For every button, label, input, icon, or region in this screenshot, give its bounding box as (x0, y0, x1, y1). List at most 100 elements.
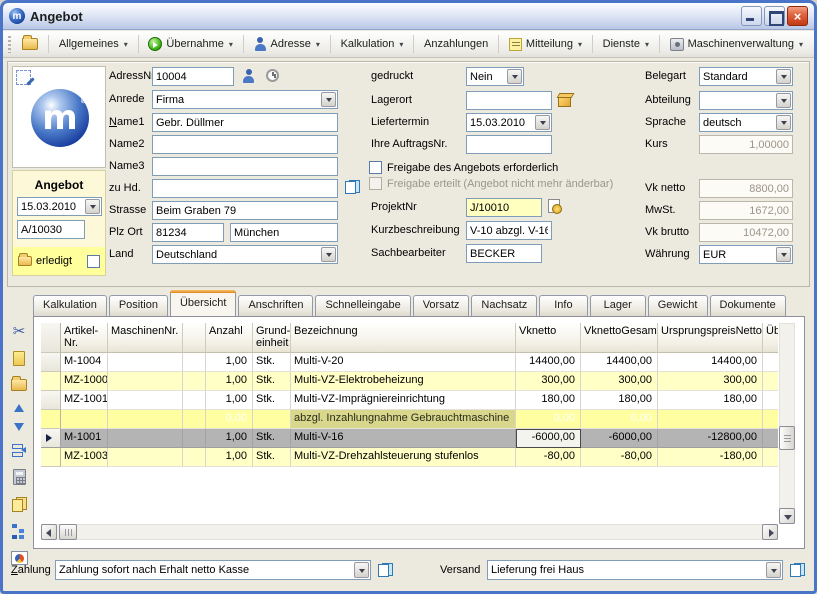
col-header-clipped[interactable]: Üb (763, 323, 778, 353)
col-header-einheit[interactable]: Grund-einheit (253, 323, 291, 353)
cell-maschinen[interactable] (108, 429, 183, 448)
chevron-down-icon[interactable] (766, 562, 781, 578)
menu-anzahlungen[interactable]: Anzahlungen (418, 35, 494, 53)
row-selector[interactable] (41, 391, 61, 410)
cell-vknetto[interactable]: 300,00 (516, 372, 581, 391)
cell-anzahl[interactable]: 0,00 (206, 410, 253, 429)
row-selector[interactable] (41, 448, 61, 467)
copy-versand-icon[interactable] (790, 563, 805, 577)
done-checkbox[interactable] (87, 255, 100, 268)
document-number-field[interactable] (17, 220, 85, 239)
move-up-button[interactable] (8, 402, 30, 414)
cell-empty[interactable] (183, 353, 206, 372)
col-header-anzahl[interactable]: Anzahl (206, 323, 253, 353)
cell-einheit[interactable]: Stk. (253, 391, 291, 410)
cell-empty[interactable] (183, 429, 206, 448)
chevron-down-icon[interactable] (776, 247, 791, 262)
tab-kalkulation[interactable]: Kalkulation (33, 295, 107, 316)
cell-vknetto[interactable]: 14400,00 (516, 353, 581, 372)
cell-ursprungspreis[interactable]: -180,00 (658, 448, 763, 467)
cell-vknettogesamt[interactable]: 180,00 (581, 391, 658, 410)
cell-bezeichnung[interactable]: Multi-VZ-Drehzahlsteuerung stufenlos (291, 448, 516, 467)
chevron-down-icon[interactable] (776, 93, 791, 108)
zuhd-field[interactable] (152, 179, 338, 198)
cell-bezeichnung[interactable]: abzgl. Inzahlungnahme Gebrauchtmaschine (291, 410, 516, 429)
document-date-select[interactable]: 15.03.2010 (17, 197, 102, 216)
chevron-down-icon[interactable] (776, 69, 791, 84)
move-down-button[interactable] (8, 421, 30, 433)
cell-artikel[interactable] (61, 410, 108, 429)
col-header-ursprungspreis[interactable]: UrsprungspreisNetto (658, 323, 763, 353)
copy-zahlung-icon[interactable] (378, 563, 393, 577)
close-button[interactable]: × (787, 6, 808, 26)
cell-bezeichnung[interactable]: Multi-VZ-Imprägniereinrichtung (291, 391, 516, 410)
adressnr-field[interactable] (152, 67, 234, 86)
chevron-down-icon[interactable] (535, 115, 550, 130)
scroll-left-button[interactable] (41, 524, 57, 540)
maximize-button[interactable] (764, 6, 785, 26)
liefertermin-select[interactable]: 15.03.2010 (466, 113, 552, 132)
plz-field[interactable] (152, 223, 224, 242)
freigabe-erforderlich-checkbox[interactable] (369, 161, 382, 174)
cell-clipped[interactable] (763, 410, 778, 429)
tab-dokumente[interactable]: Dokumente (710, 295, 786, 316)
cell-einheit[interactable] (253, 410, 291, 429)
open-button[interactable] (16, 35, 44, 53)
kurzbeschreibung-field[interactable] (466, 221, 552, 240)
menu-dienste[interactable]: Dienste▾ (597, 35, 655, 53)
sachbearbeiter-field[interactable] (466, 244, 542, 263)
horizontal-scrollbar[interactable] (41, 524, 778, 540)
abteilung-select[interactable] (699, 91, 793, 110)
image-select-icon[interactable] (16, 70, 31, 85)
cell-vknettogesamt[interactable]: 0,00 (581, 410, 658, 429)
calculator-button[interactable] (8, 467, 30, 487)
cell-maschinen[interactable] (108, 353, 183, 372)
row-selector[interactable] (41, 353, 61, 372)
cell-vknetto[interactable]: 180,00 (516, 391, 581, 410)
minimize-button[interactable] (741, 6, 762, 26)
cell-ursprungspreis[interactable]: -12800,00 (658, 429, 763, 448)
cell-vknetto-focused[interactable]: -6000,00 (516, 429, 581, 448)
menu-mitteilung[interactable]: Mitteilung▾ (503, 35, 588, 54)
insert-position-button[interactable] (8, 440, 30, 460)
cell-ursprungspreis[interactable]: 14400,00 (658, 353, 763, 372)
cell-maschinen[interactable] (108, 391, 183, 410)
cell-empty[interactable] (183, 448, 206, 467)
cell-anzahl[interactable]: 1,00 (206, 448, 253, 467)
cell-clipped[interactable] (763, 448, 778, 467)
gedruckt-select[interactable]: Nein (466, 67, 524, 86)
menu-kalkulation[interactable]: Kalkulation▾ (335, 35, 410, 53)
cell-vknettogesamt[interactable]: -6000,00 (581, 429, 658, 448)
row-selector[interactable] (41, 372, 61, 391)
cell-maschinen[interactable] (108, 410, 183, 429)
cell-einheit[interactable]: Stk. (253, 353, 291, 372)
cell-einheit[interactable]: Stk. (253, 429, 291, 448)
cut-button[interactable]: ✂ (8, 321, 30, 341)
belegart-select[interactable]: Standard (699, 67, 793, 86)
chevron-down-icon[interactable] (321, 247, 336, 262)
cell-vknetto[interactable]: 0,00 (516, 410, 581, 429)
tab-vorsatz[interactable]: Vorsatz (413, 295, 470, 316)
cell-artikel[interactable]: MZ-1000 (61, 372, 108, 391)
horizontal-scroll-thumb[interactable] (59, 524, 77, 540)
reminder-clock-icon[interactable] (266, 69, 279, 82)
chevron-down-icon[interactable] (354, 562, 369, 578)
lagerort-field[interactable] (466, 91, 552, 110)
open-position-button[interactable] (8, 375, 30, 395)
chevron-down-icon[interactable] (85, 199, 100, 214)
cell-vknettogesamt[interactable]: 300,00 (581, 372, 658, 391)
waehrung-select[interactable]: EUR (699, 245, 793, 264)
tab-position[interactable]: Position (109, 295, 168, 316)
vertical-scroll-thumb[interactable] (779, 426, 795, 450)
cell-artikel[interactable]: M-1001 (61, 429, 108, 448)
cell-vknettogesamt[interactable]: -80,00 (581, 448, 658, 467)
cell-ursprungspreis[interactable] (658, 410, 763, 429)
tab-info[interactable]: Info (539, 295, 587, 316)
copy-address-icon[interactable] (345, 180, 360, 194)
name2-field[interactable] (152, 135, 338, 154)
cell-bezeichnung[interactable]: Multi-VZ-Elektrobeheizung (291, 372, 516, 391)
toolbar-grip[interactable] (8, 36, 11, 53)
tab-lager[interactable]: Lager (590, 295, 646, 316)
col-header-bezeichnung[interactable]: Bezeichnung (291, 323, 516, 353)
structure-button[interactable] (8, 521, 30, 541)
